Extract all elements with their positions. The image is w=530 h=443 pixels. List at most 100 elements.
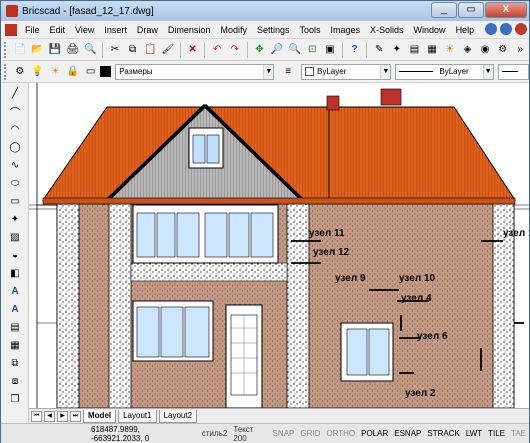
design-center-icon[interactable]: ✦: [389, 42, 405, 58]
menu-window[interactable]: Window: [409, 25, 451, 35]
open-folder-icon[interactable]: 📂: [30, 42, 46, 58]
last-tab-icon[interactable]: ⏭: [70, 410, 81, 422]
menu-insert[interactable]: Insert: [99, 25, 132, 35]
toolbar-grip[interactable]: [4, 41, 8, 58]
toggle-polar[interactable]: POLAR: [358, 429, 391, 438]
layer-manager-icon[interactable]: ◈: [460, 42, 476, 58]
render-icon[interactable]: ☀: [442, 42, 458, 58]
region-icon[interactable]: ◒: [7, 247, 23, 263]
polyline-icon[interactable]: ⌒: [7, 103, 23, 119]
ellipse-icon[interactable]: ⬭: [7, 175, 23, 191]
lightbulb-icon[interactable]: 💡: [30, 64, 46, 80]
first-tab-icon[interactable]: ⏮: [31, 410, 42, 422]
tab-model[interactable]: Model: [83, 409, 117, 423]
doc-close-icon[interactable]: [515, 23, 527, 35]
table-icon[interactable]: ▤: [7, 319, 23, 335]
color-dropdown[interactable]: ByLayer ▼: [301, 63, 392, 80]
print-icon[interactable]: 🖨: [65, 42, 81, 58]
next-tab-icon[interactable]: ▶: [57, 410, 68, 422]
menu-file[interactable]: File: [20, 25, 45, 35]
print-preview-icon[interactable]: 🔍: [83, 42, 99, 58]
menu-settings[interactable]: Settings: [252, 25, 295, 35]
toggle-esnap[interactable]: ESNAP: [391, 429, 424, 438]
menu-modify[interactable]: Modify: [215, 25, 252, 35]
chevron-down-icon[interactable]: ▼: [263, 64, 274, 79]
settings-icon[interactable]: ⚙: [495, 42, 511, 58]
cut-icon[interactable]: ✂: [107, 42, 123, 58]
toggle-tile[interactable]: TILE: [485, 429, 508, 438]
doc-restore-icon[interactable]: [500, 23, 512, 35]
toggle-tae[interactable]: TAE: [508, 429, 529, 438]
menu-dimension[interactable]: Dimension: [163, 25, 216, 35]
help-icon[interactable]: ?: [347, 42, 363, 58]
tab-layout1[interactable]: Layout1: [118, 409, 157, 423]
zoom-icon[interactable]: 🔎: [269, 42, 285, 58]
bricscad-app-icon[interactable]: [6, 5, 18, 17]
point-icon[interactable]: ✦: [7, 211, 23, 227]
menu-draw[interactable]: Draw: [132, 25, 163, 35]
line-icon[interactable]: ╱: [7, 85, 23, 101]
layer-previous-icon[interactable]: ≡: [280, 64, 296, 80]
toggle-ortho[interactable]: ORTHO: [323, 429, 358, 438]
zoom-window-icon[interactable]: 🔍: [287, 42, 303, 58]
maximize-button[interactable]: ▭: [458, 2, 484, 18]
minimize-button[interactable]: _: [431, 2, 457, 18]
xref-icon[interactable]: ⧈: [7, 373, 23, 389]
lock-icon[interactable]: 🔒: [65, 64, 81, 80]
properties-icon[interactable]: ▤: [407, 42, 423, 58]
toggle-snap[interactable]: SNAP: [270, 429, 298, 438]
chevron-down-icon[interactable]: ▼: [482, 64, 493, 79]
menu-x-solids[interactable]: X-Solids: [365, 25, 409, 35]
menu-images[interactable]: Images: [326, 25, 366, 35]
tool-palette-icon[interactable]: ▦: [424, 42, 440, 58]
drawing-canvas[interactable]: узел 11 узел 12 узел 9 узел 10 узел 4 уз…: [29, 83, 529, 408]
new-file-icon[interactable]: 📄: [12, 42, 28, 58]
save-icon[interactable]: 💾: [47, 42, 63, 58]
circle-icon[interactable]: ◯: [7, 139, 23, 155]
sun-icon[interactable]: ☀: [47, 64, 63, 80]
layer-state-icon[interactable]: ⚙: [12, 64, 28, 80]
text-icon[interactable]: A: [7, 283, 23, 299]
menu-help[interactable]: Help: [451, 25, 480, 35]
mtext-icon[interactable]: A: [7, 301, 23, 317]
menu-view[interactable]: View: [70, 25, 99, 35]
document-icon[interactable]: [5, 23, 17, 36]
copy-icon[interactable]: ⧉: [125, 42, 141, 58]
delete-icon[interactable]: ✕: [185, 42, 201, 58]
title-bar[interactable]: Bricscad - [fasad_12_17.dwg] _ ▭ X: [1, 1, 529, 21]
lineweight-dropdown[interactable]: [497, 63, 530, 80]
zoom-extents-icon[interactable]: ⊡: [305, 42, 321, 58]
chevron-down-icon[interactable]: ▼: [380, 64, 391, 79]
toolbar-grip-2[interactable]: [4, 63, 8, 80]
doc-minimize-icon[interactable]: [485, 23, 497, 35]
copy-objects-icon[interactable]: ❐: [7, 391, 23, 407]
undo-icon[interactable]: ↶: [209, 42, 225, 58]
rectangle-icon[interactable]: ▭: [7, 193, 23, 209]
plot-icon[interactable]: ▭: [83, 64, 99, 80]
match-properties-icon[interactable]: 🖌: [160, 42, 176, 58]
named-views-icon[interactable]: ▣: [322, 42, 338, 58]
layer-color-swatch[interactable]: [100, 66, 112, 77]
current-text-style[interactable]: Текст 200: [230, 425, 269, 443]
tab-layout2[interactable]: Layout2: [158, 409, 198, 423]
insert-image-icon[interactable]: ▦: [7, 337, 23, 353]
current-style[interactable]: стиль2: [199, 429, 230, 438]
block-icon[interactable]: ◧: [7, 265, 23, 281]
redo-icon[interactable]: ↷: [227, 42, 243, 58]
menu-tools[interactable]: Tools: [295, 25, 326, 35]
arc-icon[interactable]: ◠: [7, 121, 23, 137]
paste-icon[interactable]: 📋: [142, 42, 158, 58]
view-icon[interactable]: ◉: [477, 42, 493, 58]
toggle-strack[interactable]: STRACK: [424, 429, 462, 438]
spline-icon[interactable]: ∿: [7, 157, 23, 173]
pan-icon[interactable]: ✥: [252, 42, 268, 58]
prev-tab-icon[interactable]: ◀: [44, 410, 55, 422]
layer-dropdown[interactable]: Размеры ▼: [115, 63, 275, 80]
linetype-dropdown[interactable]: ByLayer ▼: [395, 63, 494, 80]
toggle-lwt[interactable]: LWT: [463, 429, 485, 438]
close-button[interactable]: X: [485, 2, 527, 18]
more-tools-icon[interactable]: »: [513, 42, 529, 58]
toggle-grid[interactable]: GRID: [297, 429, 323, 438]
hatch-icon[interactable]: ▨: [7, 229, 23, 245]
menu-edit[interactable]: Edit: [45, 25, 71, 35]
